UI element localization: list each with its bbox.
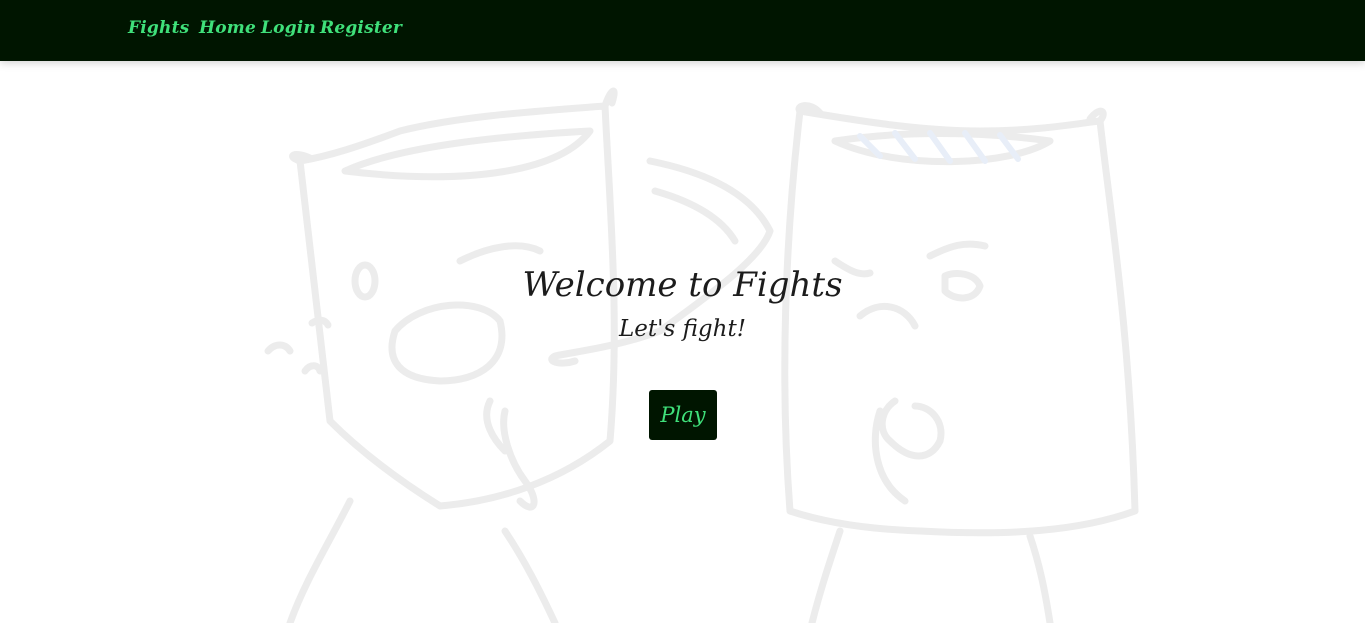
- page-subtitle: Let's fight!: [619, 316, 746, 342]
- top-navbar: Fights Home Login Register: [0, 0, 1365, 61]
- nav-home-link[interactable]: Home: [199, 18, 256, 38]
- page-title: Welcome to Fights: [522, 265, 843, 305]
- hero-section: Welcome to Fights Let's fight! Play: [0, 61, 1365, 623]
- nav-register-link[interactable]: Register: [320, 18, 402, 38]
- play-button[interactable]: Play: [649, 390, 717, 440]
- nav-login-link[interactable]: Login: [261, 18, 316, 38]
- brand-link[interactable]: Fights: [128, 18, 189, 38]
